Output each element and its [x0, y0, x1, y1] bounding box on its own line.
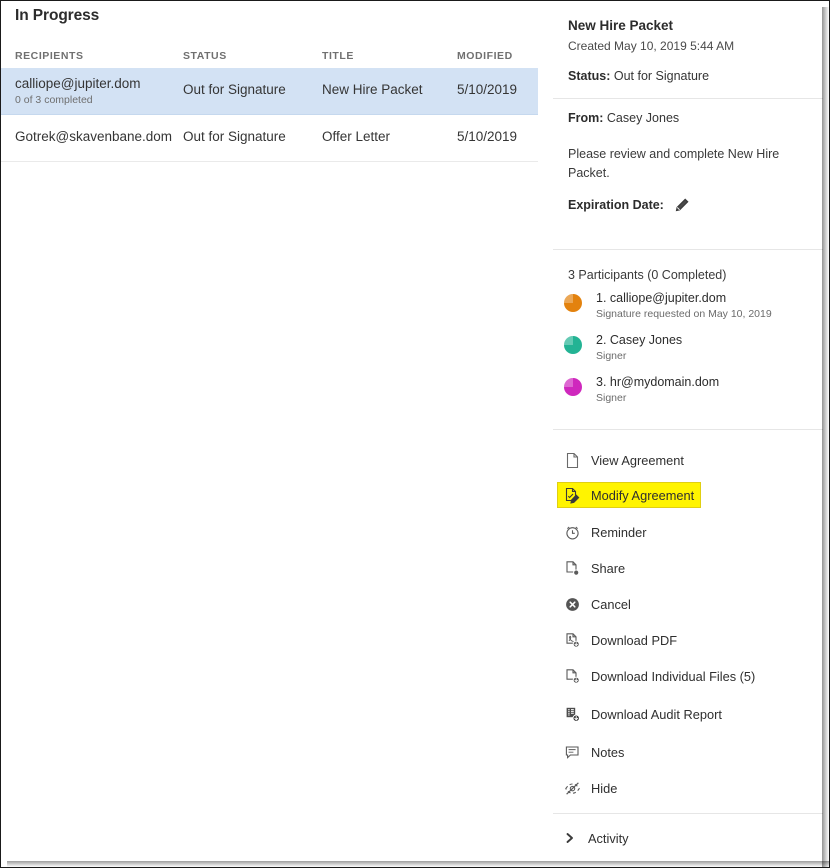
action-label: Modify Agreement [591, 487, 695, 503]
avatar [564, 378, 582, 396]
action-view-agreement[interactable]: View Agreement [558, 447, 690, 473]
detail-expiration: Expiration Date: [568, 197, 690, 213]
action-label: Download Individual Files (5) [591, 668, 756, 684]
detail-message: Please review and complete New Hire Pack… [568, 147, 780, 180]
participant-name: 2. Casey Jones [596, 333, 683, 347]
action-reminder[interactable]: Reminder [558, 519, 652, 545]
action-download-audit-report[interactable]: Download Audit Report [558, 701, 728, 727]
action-label: View Agreement [591, 452, 684, 468]
row-status: Out for Signature [183, 129, 286, 144]
alarm-clock-icon [564, 524, 581, 541]
action-label: Share [591, 560, 626, 576]
action-notes[interactable]: Notes [558, 739, 630, 765]
avatar [564, 294, 582, 312]
detail-from-label: From: [568, 111, 604, 125]
divider [553, 429, 823, 430]
participant-sub: Signer [596, 350, 627, 362]
action-label: Cancel [591, 596, 631, 612]
agreement-manager-window: In Progress RECIPIENTS STATUS TITLE MODI… [0, 0, 830, 868]
activity-expander[interactable]: Activity [558, 826, 635, 850]
row-title: Offer Letter [322, 129, 391, 144]
action-label: Notes [591, 744, 625, 760]
row-status: Out for Signature [183, 82, 286, 97]
participant-sub: Signature requested on May 10, 2019 [596, 308, 772, 320]
avatar [564, 336, 582, 354]
agreements-table: RECIPIENTS STATUS TITLE MODIFIED calliop… [1, 41, 538, 162]
action-download-individual-files[interactable]: Download Individual Files (5) [558, 663, 761, 689]
row-recipient: calliope@jupiter.dom 0 of 3 completed [15, 76, 141, 106]
action-hide[interactable]: Hide [558, 775, 623, 801]
divider [553, 98, 823, 99]
participant-name: 1. calliope@jupiter.dom [596, 291, 727, 305]
window-shadow-right [822, 7, 829, 867]
note-bubble-icon [564, 744, 581, 761]
row-modified: 5/10/2019 [457, 82, 518, 97]
table-header-row: RECIPIENTS STATUS TITLE MODIFIED [1, 41, 538, 68]
action-share[interactable]: Share [558, 555, 631, 581]
action-cancel[interactable]: Cancel [558, 591, 637, 617]
detail-status: Status: Out for Signature [568, 69, 709, 83]
row-recipient-email: Gotrek@skavenbane.dom [15, 129, 173, 144]
divider [553, 813, 823, 814]
participant-row[interactable]: 3. hr@mydomain.dom Signer [564, 375, 814, 409]
column-header-status[interactable]: STATUS [183, 50, 227, 62]
row-completion-status: 0 of 3 completed [15, 94, 93, 106]
detail-status-value: Out for Signature [613, 69, 710, 83]
eye-hidden-icon [564, 780, 581, 797]
row-modified: 5/10/2019 [457, 129, 518, 144]
action-label: Reminder [591, 524, 647, 540]
document-icon [564, 452, 581, 469]
detail-expiration-label: Expiration Date: [568, 198, 664, 212]
table-row[interactable]: Gotrek@skavenbane.dom Out for Signature … [1, 115, 538, 162]
download-files-icon [564, 668, 581, 685]
divider [553, 249, 823, 250]
detail-from: From: Casey Jones [568, 111, 679, 125]
participant-row[interactable]: 1. calliope@jupiter.dom Signature reques… [564, 291, 814, 325]
row-recipient-email: calliope@jupiter.dom [15, 76, 141, 91]
table-row[interactable]: calliope@jupiter.dom 0 of 3 completed Ou… [1, 68, 538, 115]
action-download-pdf[interactable]: Download PDF [558, 627, 683, 653]
download-audit-icon [564, 706, 581, 723]
cancel-circle-icon [564, 596, 581, 613]
activity-label: Activity [588, 830, 629, 846]
agreement-details-panel: New Hire Packet Created May 10, 2019 5:4… [546, 1, 823, 867]
document-share-icon [564, 560, 581, 577]
detail-title: New Hire Packet [568, 18, 674, 33]
action-modify-agreement[interactable]: Modify Agreement [557, 482, 702, 508]
page-title: In Progress [15, 7, 100, 24]
agreements-list-panel: In Progress RECIPIENTS STATUS TITLE MODI… [1, 1, 538, 867]
participant-name: 3. hr@mydomain.dom [596, 375, 720, 389]
action-label: Hide [591, 780, 618, 796]
participant-sub: Signer [596, 392, 627, 404]
pencil-icon[interactable] [674, 197, 690, 213]
detail-created-date: Created May 10, 2019 5:44 AM [568, 39, 735, 53]
column-header-recipients[interactable]: RECIPIENTS [15, 50, 84, 62]
column-header-title[interactable]: TITLE [322, 50, 354, 62]
chevron-right-icon [564, 831, 576, 845]
detail-from-value: Casey Jones [606, 111, 680, 125]
participant-row[interactable]: 2. Casey Jones Signer [564, 333, 814, 367]
document-edit-icon [564, 487, 581, 504]
action-label: Download Audit Report [591, 706, 722, 722]
download-pdf-icon [564, 632, 581, 649]
action-label: Download PDF [591, 632, 678, 648]
participants-heading: 3 Participants (0 Completed) [568, 268, 727, 282]
row-title: New Hire Packet [322, 82, 423, 97]
detail-status-label: Status: [568, 69, 611, 83]
column-header-modified[interactable]: MODIFIED [457, 50, 513, 62]
